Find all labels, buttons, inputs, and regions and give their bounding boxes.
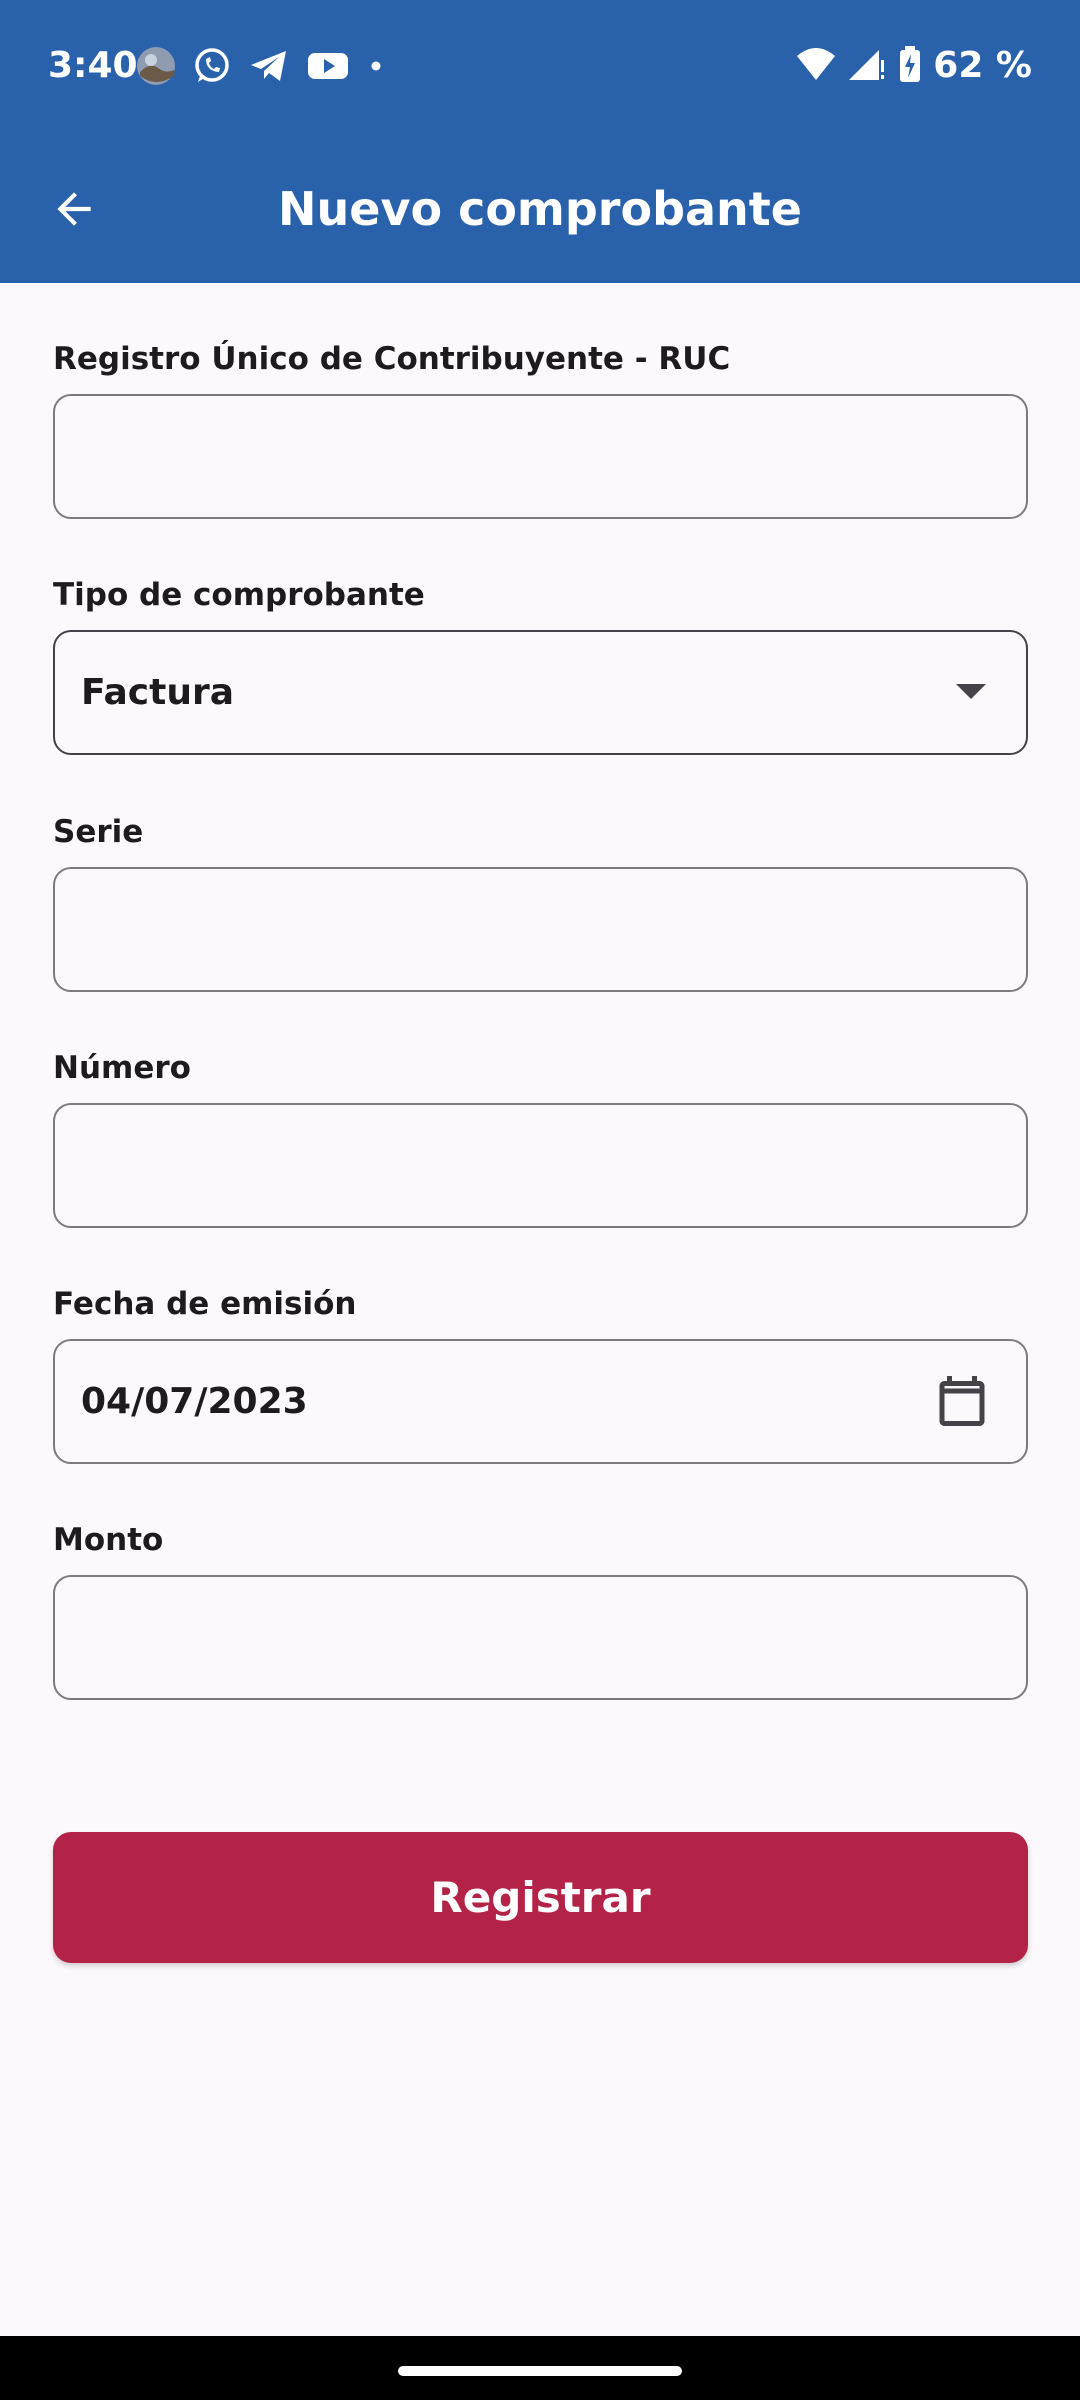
app-bar: Nuevo comprobante [0,135,1080,283]
registrar-button[interactable]: Registrar [53,1832,1028,1963]
calendar-icon[interactable] [932,1371,992,1431]
tipo-selected-value: Factura [81,672,234,713]
status-time: 3:40 [48,45,138,86]
whatsapp-icon [192,46,232,90]
serie-input[interactable] [55,869,1026,990]
fecha-emision-field[interactable]: 04/07/2023 [53,1339,1028,1464]
youtube-icon [306,46,350,90]
numero-input[interactable] [55,1105,1026,1226]
battery-percentage: 62 % [933,45,1032,86]
serie-field[interactable] [53,867,1028,992]
monto-input[interactable] [55,1577,1026,1698]
fecha-label: Fecha de emisión [53,1286,357,1322]
tipo-comprobante-select[interactable]: Factura [53,630,1028,755]
page-title: Nuevo comprobante [278,182,802,236]
tipo-label: Tipo de comprobante [53,577,425,613]
monto-field[interactable] [53,1575,1028,1700]
ruc-input[interactable] [55,396,1026,517]
serie-label: Serie [53,814,144,850]
home-indicator[interactable] [398,2366,682,2376]
dropdown-arrow-icon [956,684,986,699]
navigation-bar [0,2336,1080,2400]
system-icons: 62 % [795,44,1032,88]
fecha-value: 04/07/2023 [81,1381,308,1422]
numero-label: Número [53,1050,191,1086]
avatar-icon [136,46,176,90]
telegram-icon [248,46,290,90]
ruc-field[interactable] [53,394,1028,519]
monto-label: Monto [53,1522,164,1558]
signal-icon [847,44,887,88]
numero-field[interactable] [53,1103,1028,1228]
wifi-icon [795,44,837,88]
ruc-label: Registro Único de Contribuyente - RUC [53,341,731,377]
dot-icon [366,46,386,90]
notification-icons [136,46,386,90]
battery-charging-icon [897,44,923,88]
status-bar: 3:40 62 % [0,0,1080,135]
